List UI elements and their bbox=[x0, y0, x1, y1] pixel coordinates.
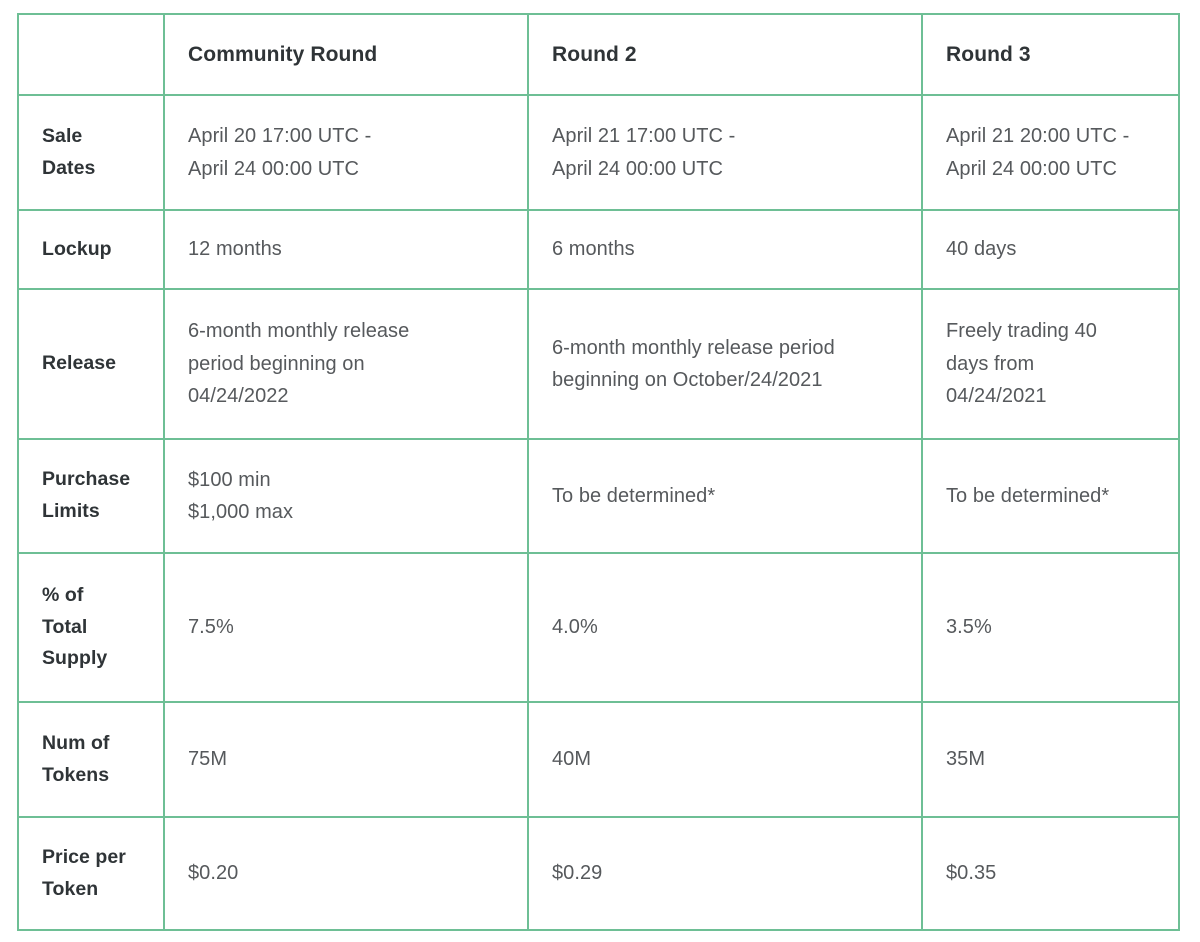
cell-num-tokens-community-round: 75M bbox=[163, 701, 529, 818]
row-label-percent-of-total-supply: % of Total Supply bbox=[17, 552, 165, 703]
row-label-sale-dates: Sale Dates bbox=[17, 94, 165, 211]
cell-line: days from bbox=[946, 352, 1035, 375]
cell-line: April 20 17:00 UTC - bbox=[188, 125, 372, 148]
table-header: Community Round Round 2 Round 3 bbox=[17, 13, 1180, 96]
row-label-line: Token bbox=[42, 877, 99, 900]
cell-line: 6-month monthly release period bbox=[552, 336, 835, 359]
table-row: Lockup 12 months 6 months 40 days bbox=[17, 209, 1180, 290]
row-label-release: Release bbox=[17, 288, 165, 440]
table-row: Purchase Limits $100 min $1,000 max To b… bbox=[17, 438, 1180, 554]
cell-num-tokens-round-2: 40M bbox=[527, 701, 923, 818]
cell-line: $100 min bbox=[188, 468, 271, 491]
cell-purchase-limits-round-3: To be determined* bbox=[921, 438, 1180, 554]
cell-percent-supply-community-round: 7.5% bbox=[163, 552, 529, 703]
row-label-line: % of bbox=[42, 584, 84, 607]
cell-release-round-3: Freely trading 40 days from 04/24/2021 bbox=[921, 288, 1180, 440]
cell-line: 6-month monthly release bbox=[188, 320, 410, 343]
table-row: % of Total Supply 7.5% 4.0% 3.5% bbox=[17, 552, 1180, 703]
cell-purchase-limits-round-2: To be determined* bbox=[527, 438, 923, 554]
row-label-num-of-tokens: Num of Tokens bbox=[17, 701, 165, 818]
table-header-row: Community Round Round 2 Round 3 bbox=[17, 13, 1180, 96]
cell-line: April 24 00:00 UTC bbox=[946, 157, 1117, 180]
cell-lockup-community-round: 12 months bbox=[163, 209, 529, 290]
row-label-lockup: Lockup bbox=[17, 209, 165, 290]
cell-line: April 24 00:00 UTC bbox=[552, 157, 723, 180]
row-label-line: Total bbox=[42, 615, 88, 638]
cell-line: April 21 17:00 UTC - bbox=[552, 125, 736, 148]
row-label-line: Tokens bbox=[42, 763, 110, 786]
cell-percent-supply-round-2: 4.0% bbox=[527, 552, 923, 703]
row-label-line: Sale bbox=[42, 124, 83, 147]
cell-lockup-round-3: 40 days bbox=[921, 209, 1180, 290]
token-sale-table-container: Community Round Round 2 Round 3 Sale Dat… bbox=[17, 13, 1180, 931]
table-row: Num of Tokens 75M 40M 35M bbox=[17, 701, 1180, 818]
header-cell-round-3: Round 3 bbox=[921, 13, 1180, 96]
table-body: Sale Dates April 20 17:00 UTC - April 24… bbox=[17, 94, 1180, 931]
cell-line: period beginning on bbox=[188, 352, 365, 375]
cell-release-round-2: 6-month monthly release period beginning… bbox=[527, 288, 923, 440]
cell-num-tokens-round-3: 35M bbox=[921, 701, 1180, 818]
token-sale-rounds-table: Community Round Round 2 Round 3 Sale Dat… bbox=[17, 13, 1180, 931]
cell-sale-dates-round-3: April 21 20:00 UTC - April 24 00:00 UTC bbox=[921, 94, 1180, 211]
cell-price-per-token-round-2: $0.29 bbox=[527, 816, 923, 931]
cell-sale-dates-community-round: April 20 17:00 UTC - April 24 00:00 UTC bbox=[163, 94, 529, 211]
cell-price-per-token-round-3: $0.35 bbox=[921, 816, 1180, 931]
row-label-price-per-token: Price per Token bbox=[17, 816, 165, 931]
row-label-line: Price per bbox=[42, 845, 126, 868]
row-label-line: Dates bbox=[42, 156, 96, 179]
cell-line: April 21 20:00 UTC - bbox=[946, 125, 1130, 148]
cell-line: beginning on October/24/2021 bbox=[552, 369, 823, 391]
page-root: Community Round Round 2 Round 3 Sale Dat… bbox=[0, 0, 1200, 942]
row-label-line: Num of bbox=[42, 731, 110, 754]
header-cell-community-round: Community Round bbox=[163, 13, 529, 96]
row-label-line: Supply bbox=[42, 647, 108, 670]
row-label-line: Limits bbox=[42, 500, 100, 522]
cell-line: 04/24/2021 bbox=[946, 385, 1047, 408]
table-row: Release 6-month monthly release period b… bbox=[17, 288, 1180, 440]
cell-percent-supply-round-3: 3.5% bbox=[921, 552, 1180, 703]
cell-sale-dates-round-2: April 21 17:00 UTC - April 24 00:00 UTC bbox=[527, 94, 923, 211]
cell-lockup-round-2: 6 months bbox=[527, 209, 923, 290]
cell-line: Freely trading 40 bbox=[946, 320, 1097, 343]
cell-price-per-token-community-round: $0.20 bbox=[163, 816, 529, 931]
header-cell-round-2: Round 2 bbox=[527, 13, 923, 96]
table-row: Sale Dates April 20 17:00 UTC - April 24… bbox=[17, 94, 1180, 211]
row-label-purchase-limits: Purchase Limits bbox=[17, 438, 165, 554]
table-row: Price per Token $0.20 $0.29 $0.35 bbox=[17, 816, 1180, 931]
row-label-line: Purchase bbox=[42, 468, 131, 491]
header-cell-corner bbox=[17, 13, 165, 96]
cell-purchase-limits-community-round: $100 min $1,000 max bbox=[163, 438, 529, 554]
cell-line: $1,000 max bbox=[188, 501, 294, 523]
cell-release-community-round: 6-month monthly release period beginning… bbox=[163, 288, 529, 440]
cell-line: April 24 00:00 UTC bbox=[188, 157, 359, 180]
cell-line: 04/24/2022 bbox=[188, 385, 289, 408]
